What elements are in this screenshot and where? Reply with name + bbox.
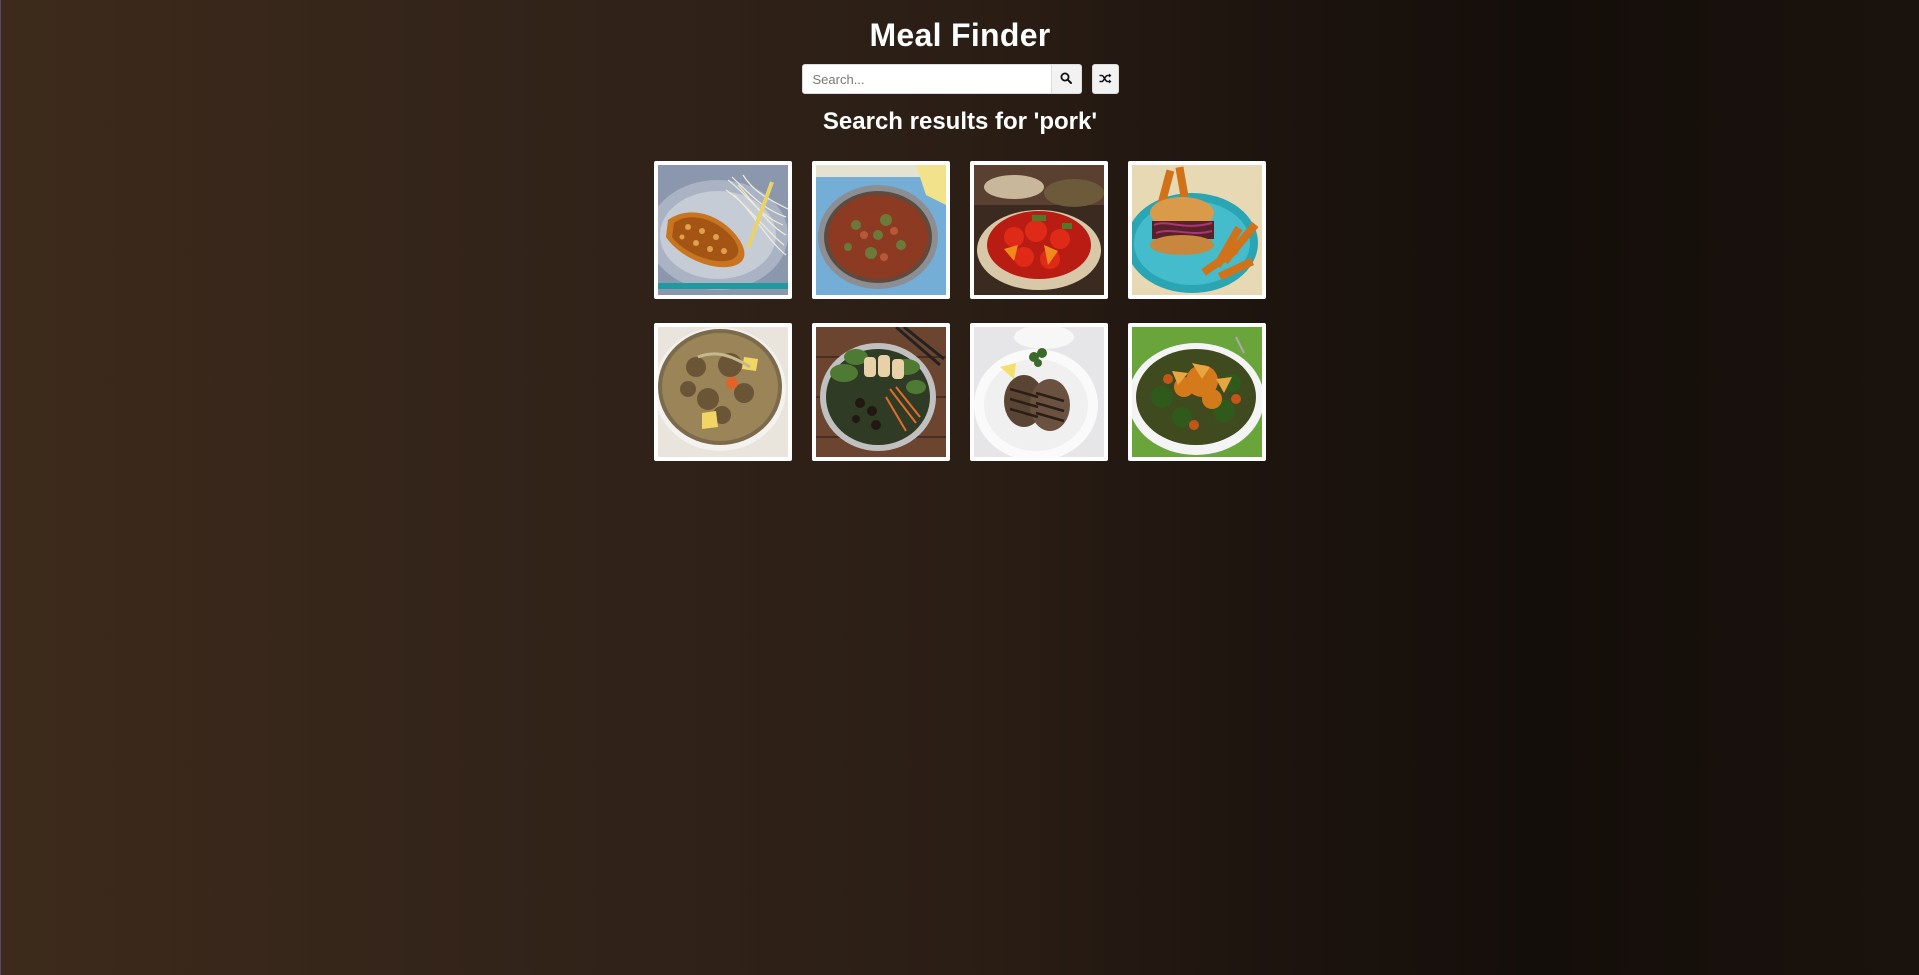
meal-card[interactable] bbox=[970, 323, 1108, 461]
meal-thumbnail bbox=[816, 165, 946, 295]
meal-card[interactable] bbox=[1128, 161, 1266, 299]
meal-card[interactable] bbox=[970, 161, 1108, 299]
meal-card[interactable] bbox=[812, 161, 950, 299]
search-icon bbox=[1060, 72, 1072, 87]
random-meal-button[interactable] bbox=[1091, 64, 1119, 94]
page-title: Meal Finder bbox=[869, 17, 1051, 53]
meal-card[interactable] bbox=[654, 323, 792, 461]
results-heading: Search results for 'pork' bbox=[822, 108, 1098, 135]
shuffle-icon bbox=[1099, 72, 1112, 87]
meals-grid bbox=[654, 161, 1266, 461]
meal-thumbnail bbox=[974, 327, 1104, 457]
search-row bbox=[801, 64, 1119, 94]
meal-thumbnail bbox=[1132, 327, 1262, 457]
search-button[interactable] bbox=[1051, 64, 1082, 94]
meal-card[interactable] bbox=[812, 323, 950, 461]
app-container: Meal Finder Search... Search results for… bbox=[1, 0, 1919, 461]
meal-card[interactable] bbox=[654, 161, 792, 299]
meal-card[interactable] bbox=[1128, 323, 1266, 461]
search-form bbox=[801, 64, 1082, 94]
search-input[interactable] bbox=[801, 64, 1052, 94]
meal-thumbnail bbox=[1132, 165, 1262, 295]
meal-thumbnail bbox=[658, 165, 788, 295]
meal-thumbnail bbox=[816, 327, 946, 457]
meal-thumbnail bbox=[658, 327, 788, 457]
meal-thumbnail bbox=[974, 165, 1104, 295]
